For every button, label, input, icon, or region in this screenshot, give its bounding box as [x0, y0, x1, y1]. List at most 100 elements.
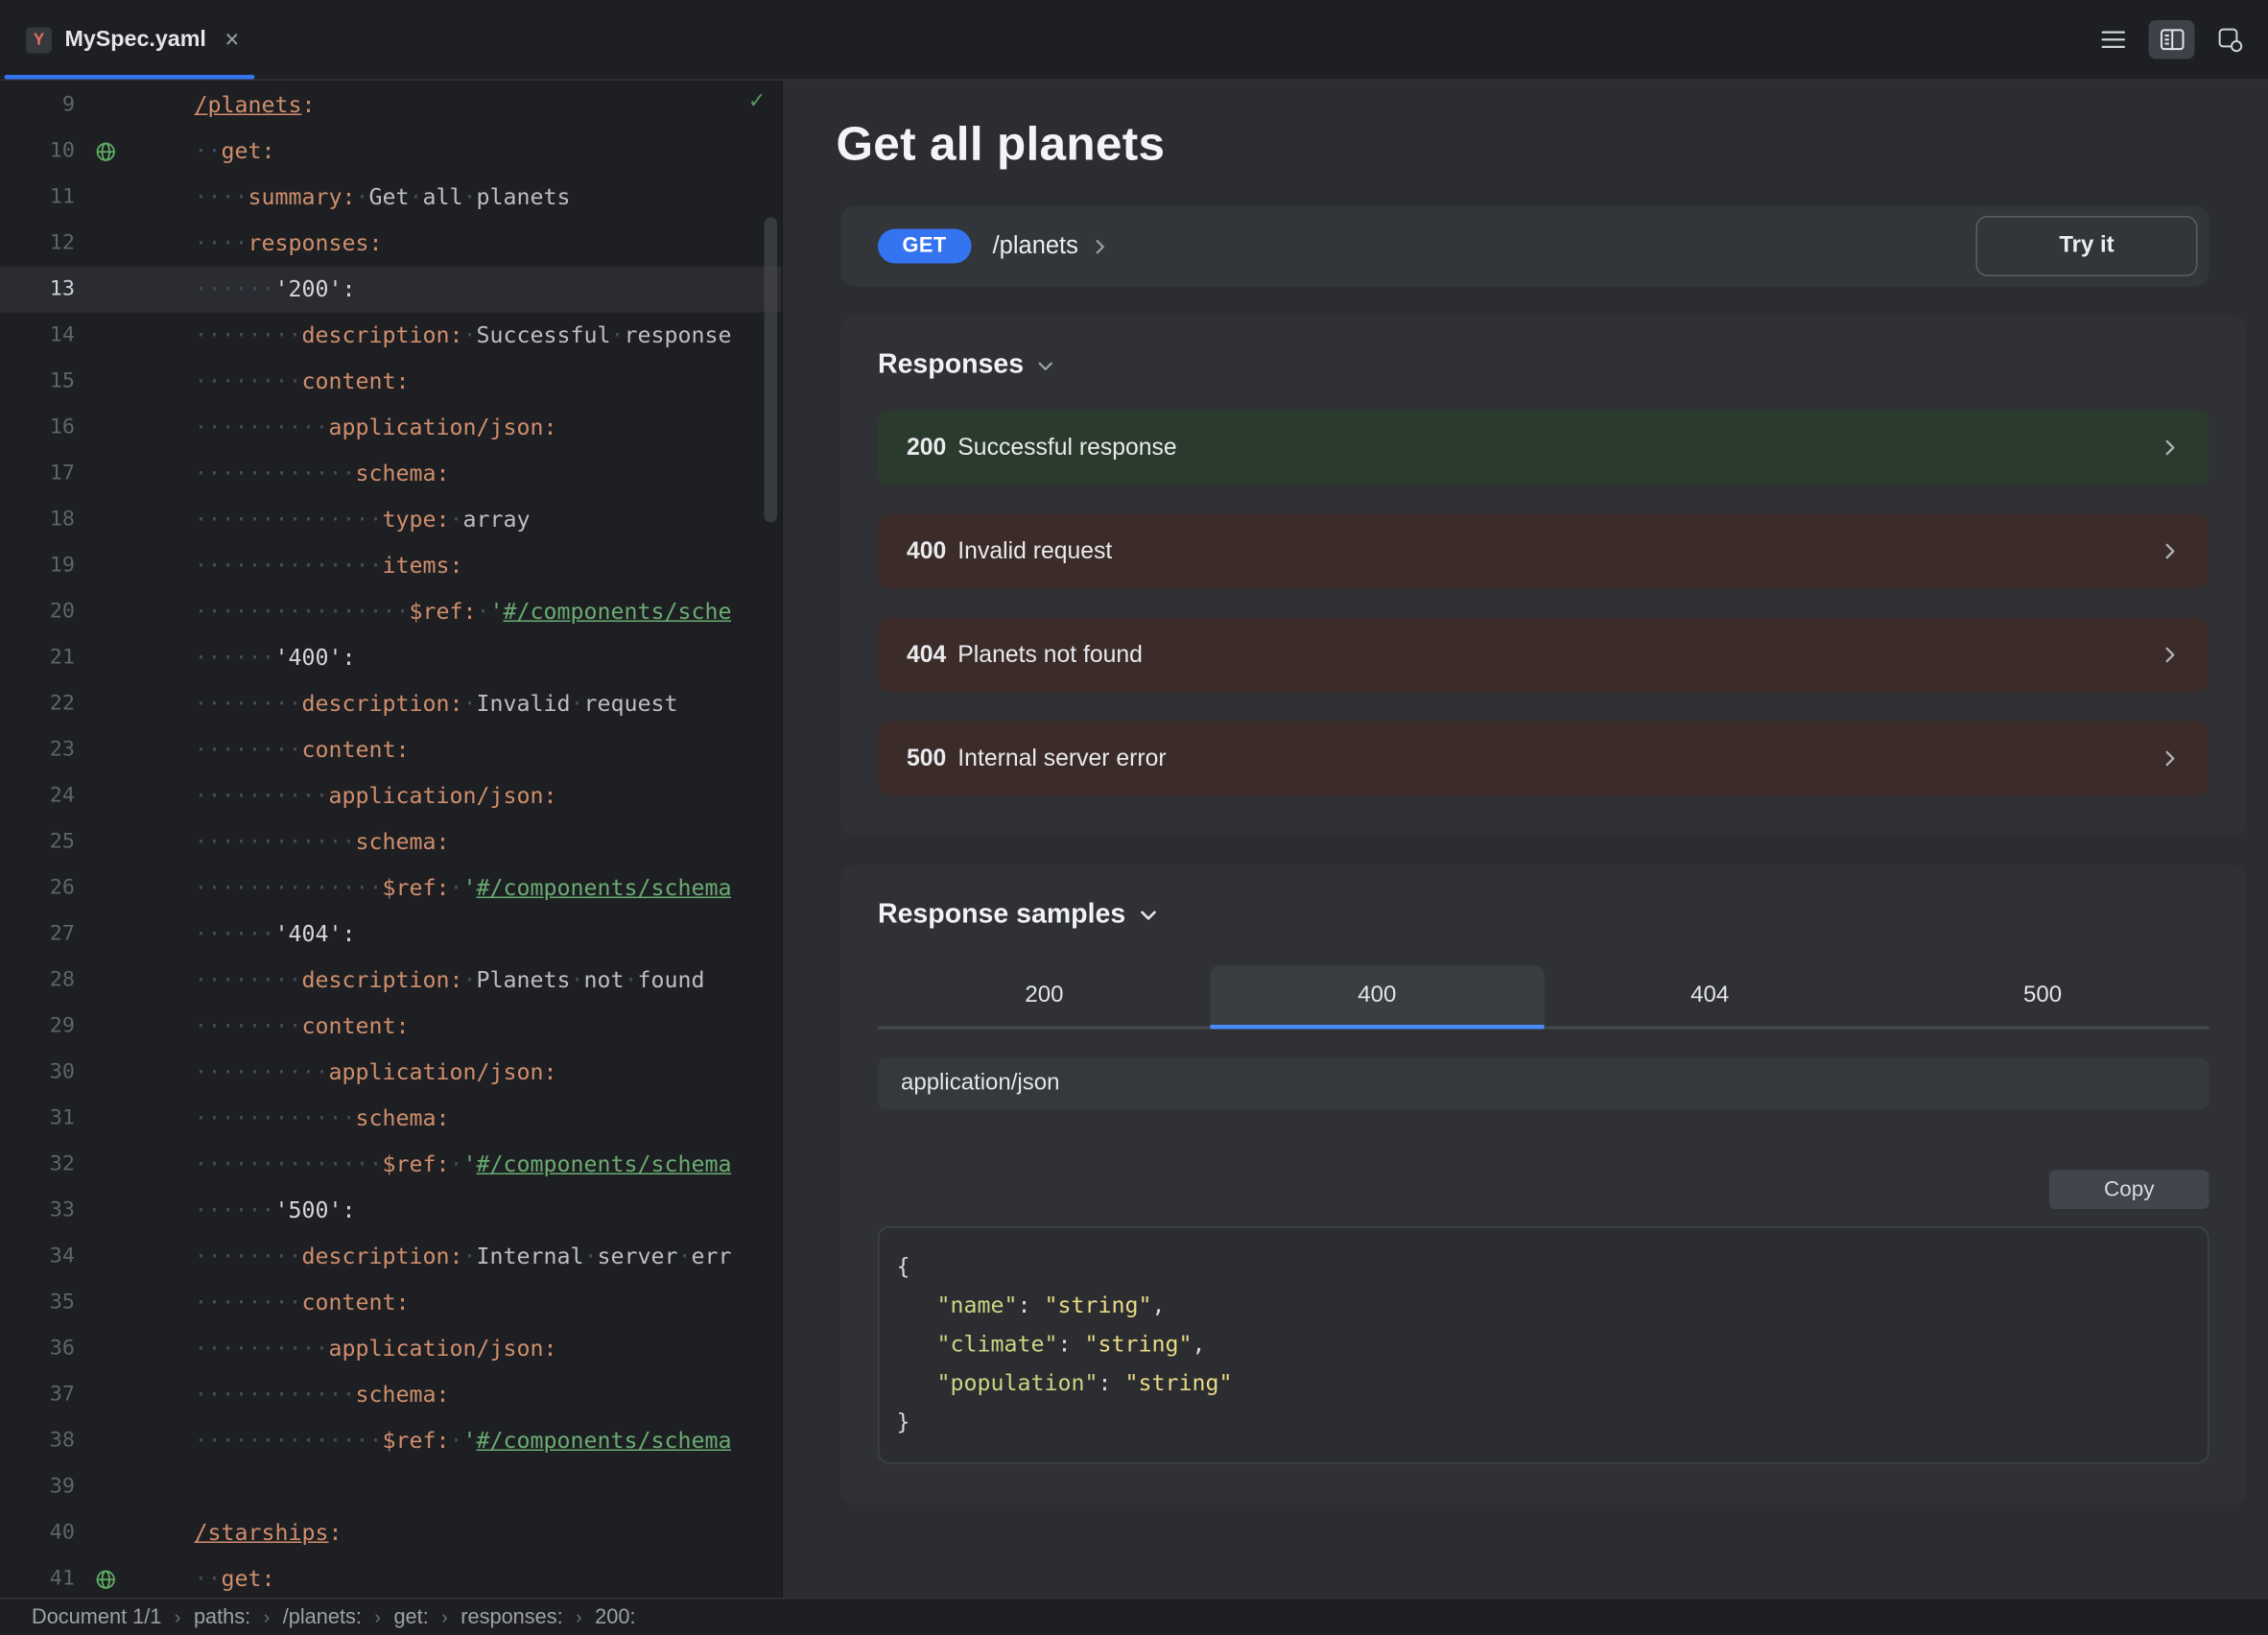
line-number[interactable]: 34	[0, 1245, 75, 1268]
response-description: Planets not found	[957, 641, 1143, 669]
line-number[interactable]: 35	[0, 1291, 75, 1315]
code-line[interactable]: 15········content:	[0, 359, 782, 405]
line-number[interactable]: 25	[0, 831, 75, 854]
breadcrumb-item[interactable]: Document 1/1	[32, 1605, 161, 1628]
api-endpoint-icon[interactable]	[86, 1568, 124, 1590]
sample-tab-400[interactable]: 400	[1211, 966, 1544, 1027]
line-number[interactable]: 26	[0, 877, 75, 900]
line-number[interactable]: 20	[0, 601, 75, 624]
line-number[interactable]: 33	[0, 1199, 75, 1222]
code-line[interactable]: 25············schema:	[0, 819, 782, 865]
code-line[interactable]: 37············schema:	[0, 1372, 782, 1418]
code-line[interactable]: 29········content:	[0, 1004, 782, 1050]
response-samples-header[interactable]: Response samples	[878, 900, 2209, 932]
code-line[interactable]: 33······'500':	[0, 1188, 782, 1234]
sample-tab-404[interactable]: 404	[1544, 966, 1877, 1027]
code-line[interactable]: 39	[0, 1464, 782, 1510]
content-type-bar[interactable]: application/json	[878, 1058, 2209, 1110]
open-in-browser-icon[interactable]	[2208, 20, 2254, 59]
line-number[interactable]: 16	[0, 416, 75, 439]
code-line[interactable]: 24··········application/json:	[0, 773, 782, 819]
code-line[interactable]: 17············schema:	[0, 451, 782, 497]
code-line[interactable]: 18··············type:·array	[0, 497, 782, 543]
line-number[interactable]: 38	[0, 1430, 75, 1453]
code-line[interactable]: 10··get:	[0, 129, 782, 175]
breadcrumb-item[interactable]: 200:	[595, 1605, 635, 1628]
code-line[interactable]: 9/planets:✓	[0, 83, 782, 129]
code-line[interactable]: 20················$ref:·'#/components/sc…	[0, 589, 782, 635]
code-line[interactable]: 32··············$ref:·'#/components/sche…	[0, 1142, 782, 1188]
responses-header[interactable]: Responses	[878, 350, 2209, 382]
line-number[interactable]: 10	[0, 140, 75, 163]
code-line[interactable]: 35········content:	[0, 1280, 782, 1326]
line-number[interactable]: 18	[0, 509, 75, 532]
response-row-404[interactable]: 404Planets not found	[878, 618, 2209, 693]
api-endpoint-icon[interactable]	[86, 140, 124, 162]
line-number[interactable]: 28	[0, 969, 75, 992]
endpoint-bar[interactable]: GET /planets Try it	[840, 206, 2209, 287]
code-line[interactable]: 12····responses:	[0, 221, 782, 267]
code-line[interactable]: 19··············items:	[0, 543, 782, 589]
line-number[interactable]: 36	[0, 1338, 75, 1361]
line-number[interactable]: 31	[0, 1107, 75, 1130]
editor-tab-bar: Y MySpec.yaml ×	[0, 0, 2268, 81]
code-line[interactable]: 31············schema:	[0, 1096, 782, 1142]
line-number[interactable]: 22	[0, 693, 75, 716]
breadcrumb-item[interactable]: /planets:	[283, 1605, 362, 1628]
responses-section: Responses 200Successful response 400Inval…	[840, 316, 2247, 837]
line-number[interactable]: 39	[0, 1476, 75, 1499]
line-number[interactable]: 23	[0, 739, 75, 762]
line-number[interactable]: 40	[0, 1522, 75, 1545]
breadcrumb-item[interactable]: paths:	[194, 1605, 250, 1628]
code-line[interactable]: 34········description:·Internal·server·e…	[0, 1234, 782, 1280]
code-line[interactable]: 30··········application/json:	[0, 1050, 782, 1096]
sample-tab-500[interactable]: 500	[1877, 966, 2209, 1027]
code-line[interactable]: 16··········application/json:	[0, 405, 782, 451]
editor-preview-layout-icon[interactable]	[2149, 20, 2195, 59]
code-line[interactable]: 23········content:	[0, 727, 782, 773]
line-number[interactable]: 30	[0, 1061, 75, 1084]
line-number[interactable]: 11	[0, 186, 75, 209]
code-line[interactable]: 28········description:·Planets·not·found	[0, 958, 782, 1004]
code-line[interactable]: 11····summary:·Get·all·planets	[0, 175, 782, 221]
breadcrumb-item[interactable]: get:	[393, 1605, 428, 1628]
breadcrumb-item[interactable]: responses:	[461, 1605, 562, 1628]
yaml-editor[interactable]: 9/planets:✓10··get:11····summary:·Get·al…	[0, 81, 783, 1598]
response-row-400[interactable]: 400Invalid request	[878, 514, 2209, 589]
json-sample-code[interactable]: { "name": "string", "climate": "string",…	[878, 1226, 2209, 1464]
code-line[interactable]: 41··get:	[0, 1556, 782, 1599]
code-line[interactable]: 27······'404':	[0, 912, 782, 958]
menu-icon[interactable]	[2090, 20, 2136, 59]
response-row-200[interactable]: 200Successful response	[878, 411, 2209, 486]
inspections-ok-icon[interactable]: ✓	[749, 89, 764, 114]
response-row-500[interactable]: 500Internal server error	[878, 722, 2209, 796]
try-it-button[interactable]: Try it	[1976, 216, 2198, 276]
code-line[interactable]: 13······'200':	[0, 267, 782, 313]
code-line[interactable]: 14········description:·Successful·respon…	[0, 313, 782, 359]
line-number[interactable]: 37	[0, 1384, 75, 1407]
line-number[interactable]: 24	[0, 785, 75, 808]
tab-myspec-yaml[interactable]: Y MySpec.yaml ×	[0, 0, 259, 80]
line-number[interactable]: 32	[0, 1153, 75, 1176]
copy-button[interactable]: Copy	[2049, 1171, 2209, 1210]
sample-tab-200[interactable]: 200	[878, 966, 1211, 1027]
line-number[interactable]: 41	[0, 1568, 75, 1591]
code-line[interactable]: 36··········application/json:	[0, 1326, 782, 1372]
code-line[interactable]: 22········description:·Invalid·request	[0, 681, 782, 727]
line-number[interactable]: 12	[0, 232, 75, 255]
line-number[interactable]: 29	[0, 1015, 75, 1038]
code-line[interactable]: 26··············$ref:·'#/components/sche…	[0, 865, 782, 912]
code-line[interactable]: 38··············$ref:·'#/components/sche…	[0, 1418, 782, 1464]
code-line[interactable]: 40/starships:	[0, 1510, 782, 1556]
code-line[interactable]: 21······'400':	[0, 635, 782, 681]
line-number[interactable]: 15	[0, 370, 75, 393]
line-number[interactable]: 19	[0, 555, 75, 578]
tab-close-icon[interactable]: ×	[224, 28, 239, 53]
line-number[interactable]: 14	[0, 324, 75, 347]
line-number[interactable]: 13	[0, 278, 75, 301]
line-number[interactable]: 27	[0, 923, 75, 946]
line-number[interactable]: 9	[0, 94, 75, 117]
line-number[interactable]: 17	[0, 462, 75, 486]
line-number[interactable]: 21	[0, 647, 75, 670]
editor-scrollbar[interactable]	[765, 218, 778, 523]
